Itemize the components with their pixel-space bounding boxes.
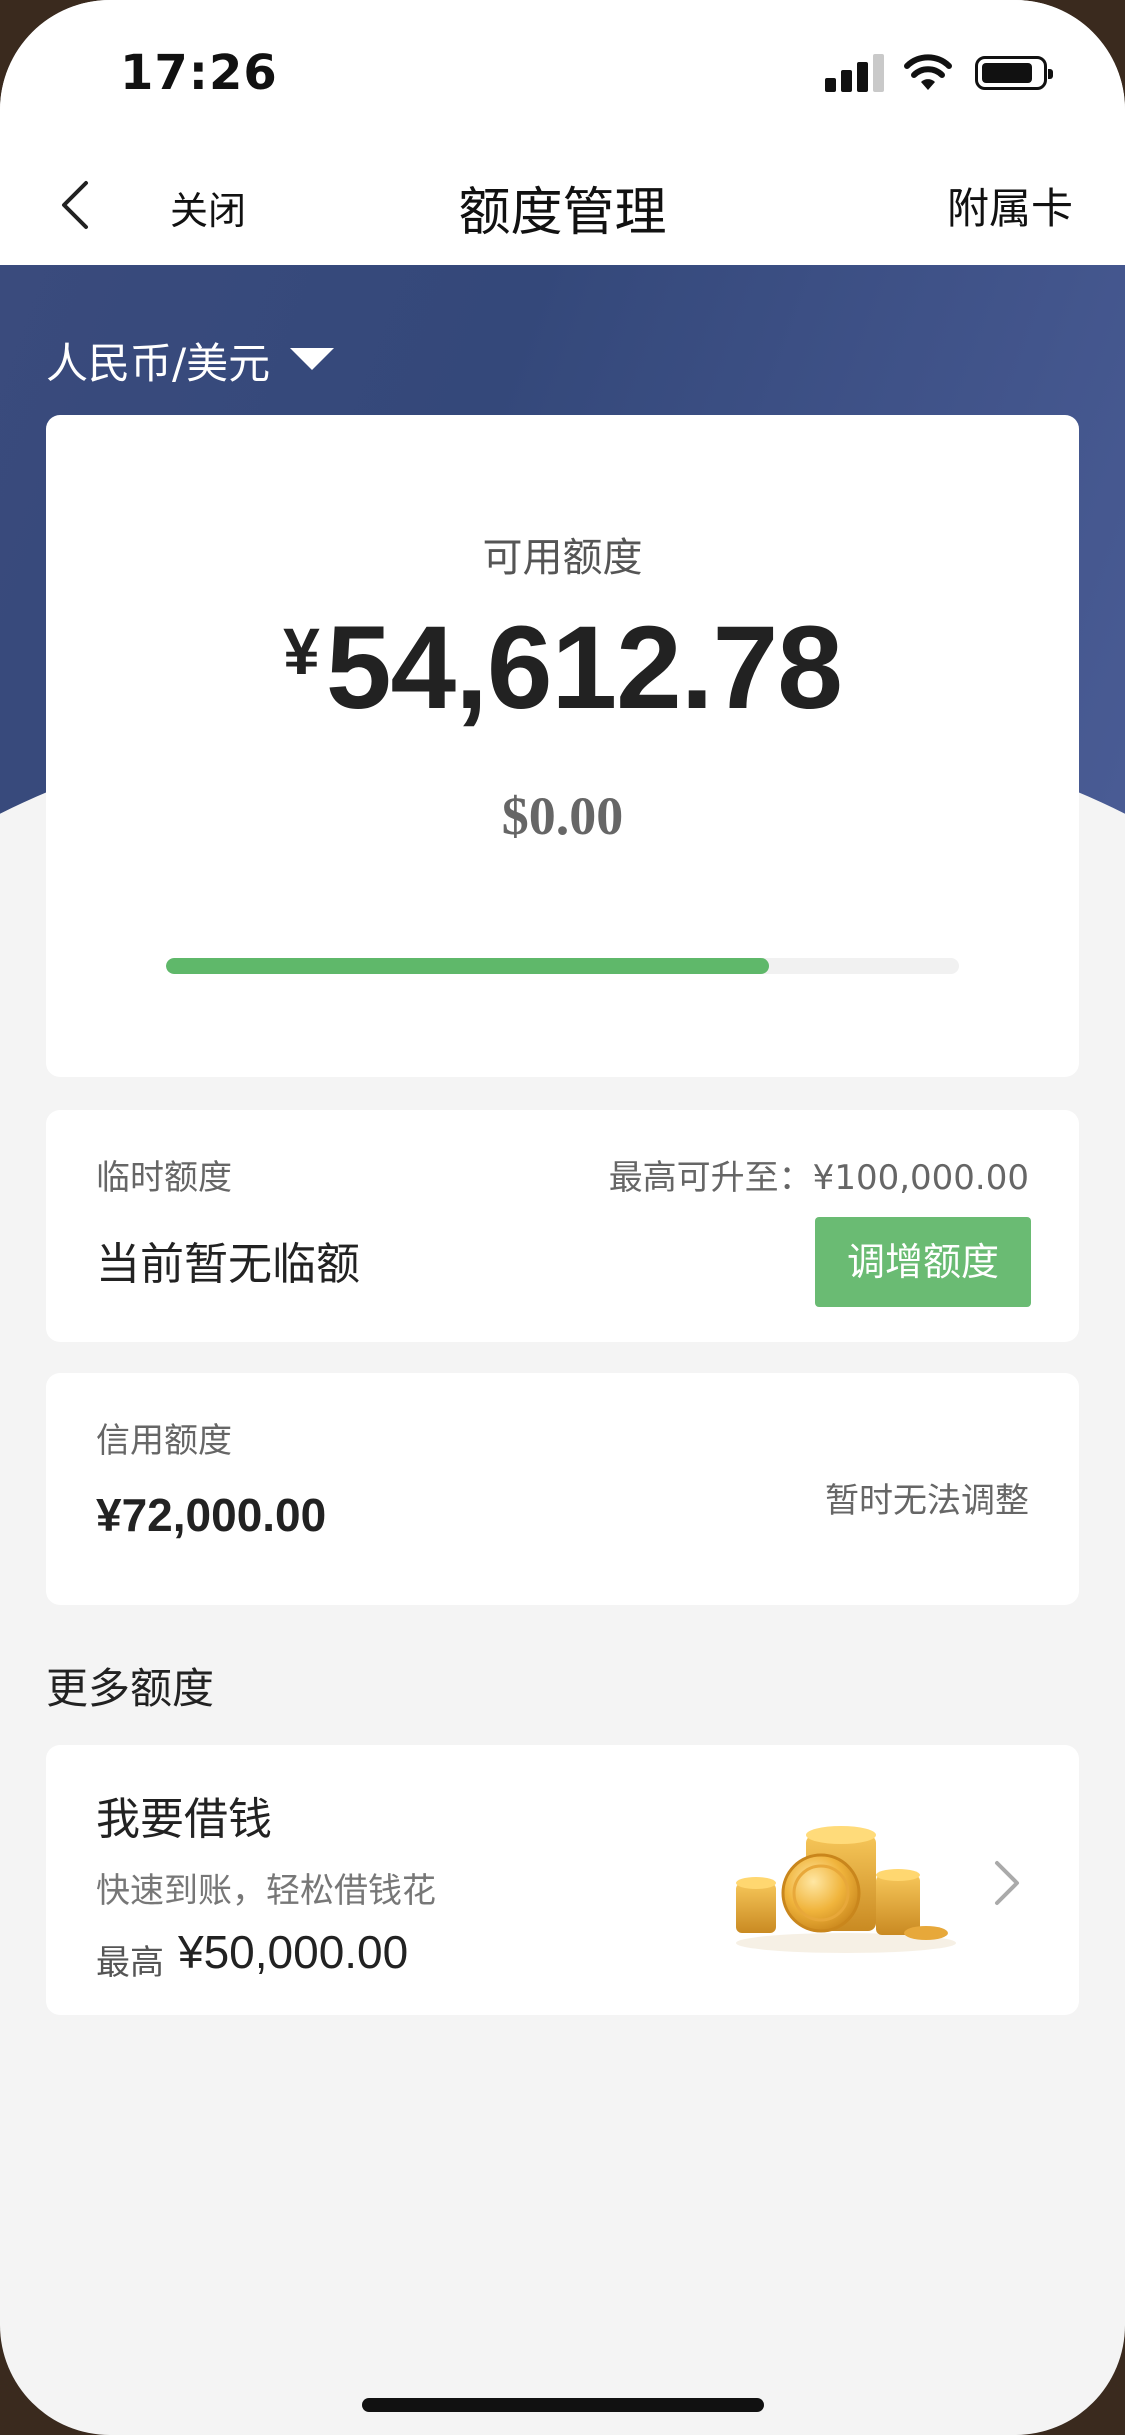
available-amount-value: 54,612.78	[325, 602, 843, 734]
borrow-max-label: 最高	[96, 1943, 164, 1983]
borrow-max-amount: ¥50,000.00	[178, 1926, 409, 1978]
currency-symbol: ¥	[283, 614, 320, 688]
limit-usage-progress	[166, 958, 959, 974]
credit-limit-label: 信用额度	[96, 1421, 232, 1461]
increase-limit-button[interactable]: 调增额度	[815, 1217, 1031, 1307]
sub-card-button[interactable]: 附属卡	[947, 175, 1073, 236]
currency-selector[interactable]: 人民币/美元	[46, 330, 270, 391]
wifi-icon	[904, 54, 952, 90]
temporary-limit-label: 临时额度	[96, 1158, 232, 1198]
credit-limit-card: 信用额度 ¥72,000.00 暂时无法调整	[46, 1373, 1079, 1605]
status-icons	[825, 52, 1055, 92]
chevron-right-icon[interactable]	[987, 1853, 1027, 1913]
borrow-title: 我要借钱	[96, 1794, 272, 1845]
status-time: 17:26	[120, 45, 278, 101]
borrow-money-card[interactable]: 我要借钱 快速到账，轻松借钱花 最高 ¥50,000.00	[46, 1745, 1079, 2015]
available-limit-label: 可用额度	[482, 535, 643, 581]
available-limit-amount: ¥54,612.78	[46, 600, 1079, 736]
usd-available-amount: $0.00	[501, 786, 624, 846]
cellular-signal-icon	[825, 52, 885, 92]
navigation-bar: 关闭 额度管理 附属卡	[0, 150, 1125, 265]
battery-icon	[975, 56, 1053, 90]
caret-down-icon[interactable]	[290, 348, 334, 370]
max-upgrade-text: 最高可升至：¥100,000.00	[608, 1158, 1029, 1198]
gold-coins-icon	[736, 1826, 956, 1953]
limit-usage-progress-fill	[166, 958, 769, 974]
status-bar: 17:26	[0, 0, 1125, 150]
credit-limit-amount: ¥72,000.00	[96, 1489, 327, 1541]
phone-screen: 17:26 关闭 额度管理 附属卡 人民币/美元 可用额度 ¥54,612.78…	[0, 0, 1125, 2435]
temporary-limit-status: 当前暂无临额	[96, 1239, 360, 1290]
available-limit-card: 可用额度 ¥54,612.78 $0.00	[46, 415, 1079, 1077]
more-limits-title: 更多额度	[46, 1664, 215, 1713]
borrow-subtitle: 快速到账，轻松借钱花	[96, 1871, 436, 1911]
credit-limit-note: 暂时无法调整	[825, 1481, 1029, 1521]
temporary-limit-card: 临时额度 最高可升至：¥100,000.00 当前暂无临额 调增额度	[46, 1110, 1079, 1342]
home-indicator[interactable]	[362, 2398, 764, 2412]
